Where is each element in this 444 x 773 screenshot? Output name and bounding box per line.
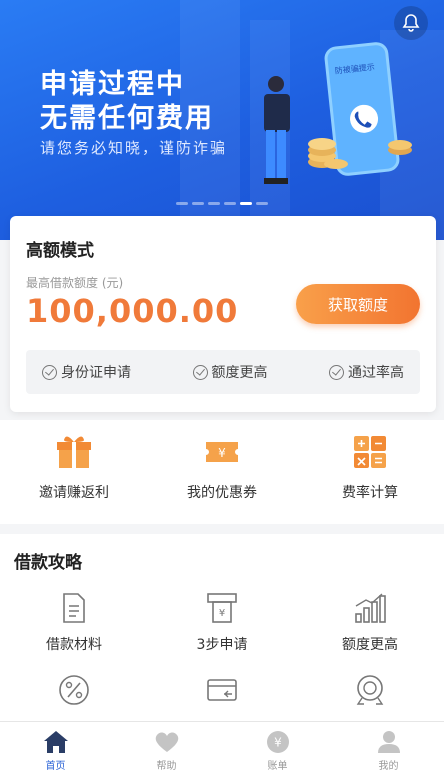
feature-item: 身份证申请 xyxy=(42,362,131,382)
feature-item: 额度更高 xyxy=(192,362,268,382)
notification-bell-button[interactable] xyxy=(394,6,428,40)
limit-amount: 100,000.00 xyxy=(26,292,239,330)
banner-title-line2: 无需任何费用 xyxy=(40,103,214,134)
feature-item: 通过率高 xyxy=(329,362,404,382)
card-icon xyxy=(207,679,237,701)
home-icon xyxy=(43,731,68,753)
banner-pagination xyxy=(176,202,268,205)
loan-guide-section: 借款攻略 借款材料 ¥ 3步申请 额度更高 xyxy=(0,534,444,724)
pagination-dot xyxy=(176,202,188,205)
quick-actions: 邀请赚返利 ¥ 我的优惠券 费率计算 xyxy=(0,420,444,524)
badge-icon xyxy=(356,675,384,705)
tab-label: 首页 xyxy=(45,761,66,772)
heart-icon xyxy=(155,732,178,752)
guide-row: 借款材料 ¥ 3步申请 额度更高 xyxy=(0,590,444,654)
bell-icon xyxy=(402,14,420,32)
yen-icon: ¥ xyxy=(266,731,289,753)
quota-card: 高额模式 最高借款额度 (元) 100,000.00 获取额度 身份证申请 额度… xyxy=(10,216,436,412)
tab-mine[interactable]: 我的 xyxy=(333,722,444,773)
guide-item-label: 额度更高 xyxy=(342,637,398,653)
feature-label: 额度更高 xyxy=(211,365,268,381)
guide-item-materials[interactable]: 借款材料 xyxy=(0,590,148,654)
tab-bills[interactable]: ¥ 账单 xyxy=(222,722,333,773)
get-quota-button[interactable]: 获取额度 xyxy=(296,284,420,324)
pagination-dot-active xyxy=(240,202,252,205)
tab-label: 我的 xyxy=(378,761,399,772)
mode-title: 高额模式 xyxy=(26,241,94,261)
phone-screen-label: 防被骗提示 xyxy=(334,62,376,76)
guide-item-three-steps[interactable]: ¥ 3步申请 xyxy=(148,590,296,654)
user-icon xyxy=(377,731,400,753)
svg-text:¥: ¥ xyxy=(218,446,226,460)
section-title: 借款攻略 xyxy=(14,553,82,573)
guide-item-badge[interactable] xyxy=(296,672,444,716)
bar-chart-icon xyxy=(355,593,386,623)
check-circle-icon xyxy=(192,364,208,380)
check-circle-icon xyxy=(329,364,344,380)
guide-item-label: 3步申请 xyxy=(196,637,248,653)
guide-item-label: 借款材料 xyxy=(46,637,102,653)
gift-icon xyxy=(57,436,91,468)
calculator-icon xyxy=(354,436,386,468)
svg-text:¥: ¥ xyxy=(274,736,282,750)
person-illustration xyxy=(264,76,290,184)
guide-item-higher-limit[interactable]: 额度更高 xyxy=(296,590,444,654)
atm-icon: ¥ xyxy=(207,593,237,623)
bottom-tab-bar: 首页 帮助 ¥ 账单 我的 xyxy=(0,721,444,773)
pagination-dot xyxy=(208,202,220,205)
quick-action-label: 我的优惠券 xyxy=(187,485,257,501)
rate-calculator-button[interactable]: 费率计算 xyxy=(296,420,444,524)
check-circle-icon xyxy=(42,364,57,380)
quick-action-label: 费率计算 xyxy=(342,485,398,501)
guide-row xyxy=(0,672,444,716)
pagination-dot xyxy=(256,202,268,205)
coins-illustration xyxy=(308,138,412,169)
pagination-dot xyxy=(224,202,236,205)
document-icon xyxy=(63,593,85,623)
feature-label: 通过率高 xyxy=(348,365,404,381)
invite-rebate-button[interactable]: 邀请赚返利 xyxy=(0,420,148,524)
limit-label: 最高借款额度 (元) xyxy=(26,276,124,290)
pagination-dot xyxy=(192,202,204,205)
banner-subtitle: 请您务必知晓，谨防诈骗 xyxy=(40,139,228,157)
svg-text:¥: ¥ xyxy=(219,608,225,619)
tab-home[interactable]: 首页 xyxy=(0,722,111,773)
feature-label: 身份证申请 xyxy=(61,365,131,381)
guide-item-rate[interactable] xyxy=(0,672,148,716)
percent-icon xyxy=(59,675,89,705)
guide-item-card[interactable] xyxy=(148,672,296,716)
tab-label: 帮助 xyxy=(156,761,177,772)
quick-action-label: 邀请赚返利 xyxy=(39,485,109,501)
coupon-icon: ¥ xyxy=(206,442,238,462)
feature-strip: 身份证申请 额度更高 通过率高 xyxy=(26,350,420,394)
tab-label: 账单 xyxy=(267,761,288,772)
my-coupons-button[interactable]: ¥ 我的优惠券 xyxy=(148,420,296,524)
tab-help[interactable]: 帮助 xyxy=(111,722,222,773)
promo-banner[interactable]: 申请过程中 无需任何费用 请您务必知晓，谨防诈骗 防被骗提示 xyxy=(0,0,444,240)
